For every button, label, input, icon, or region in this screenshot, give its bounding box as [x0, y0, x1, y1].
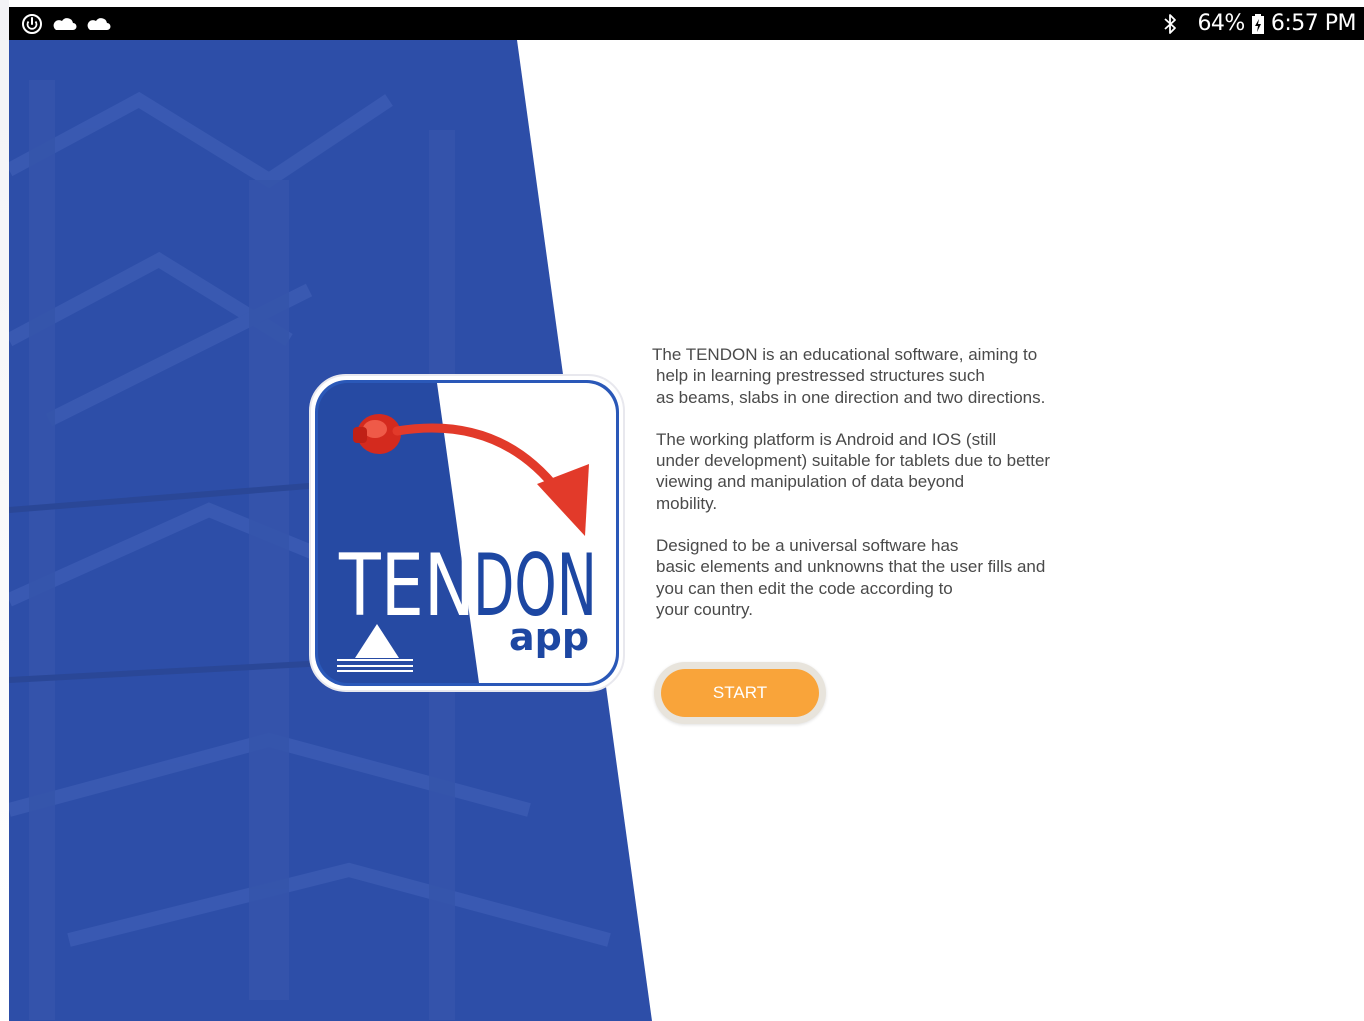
description-line: The working platform is Android and IOS … — [656, 429, 997, 449]
description-line: viewing and manipulation of data beyond — [656, 472, 965, 492]
app-screen: 64% 6:57 PM TEN DON app The TENDON is an… — [0, 0, 1364, 1021]
status-bar: 64% 6:57 PM — [9, 7, 1364, 40]
clock: 6:57 PM — [1270, 11, 1357, 36]
svg-text:app: app — [509, 615, 589, 659]
screen-edge — [0, 0, 9, 1021]
status-system: 64% 6:57 PM — [1163, 7, 1357, 40]
cloud-icon — [87, 15, 111, 33]
description-line: you can then edit the code according to — [656, 578, 953, 598]
status-notifications — [21, 7, 111, 40]
description-line: Designed to be a universal software has — [656, 536, 959, 556]
description-paragraph: Designed to be a universal software has … — [652, 535, 1112, 620]
app-description: The TENDON is an educational software, a… — [652, 344, 1112, 641]
description-line: The TENDON is an educational software, a… — [652, 345, 1038, 364]
tendon-app-logo: TEN DON app TENDON app — [309, 374, 625, 692]
description-line: mobility. — [656, 493, 718, 513]
description-line: under development) suitable for tablets … — [656, 451, 1051, 471]
start-button[interactable]: START — [661, 669, 819, 717]
description-line: as beams, slabs in one direction and two… — [656, 387, 1046, 407]
cloud-icon — [53, 15, 77, 33]
start-button-container: START — [654, 662, 826, 724]
description-line: help in learning prestressed structures … — [656, 366, 985, 386]
battery-charging-icon — [1251, 13, 1265, 35]
description-paragraph: The working platform is Android and IOS … — [652, 429, 1112, 514]
description-line: your country. — [656, 599, 754, 619]
description-line: basic elements and unknowns that the use… — [656, 557, 1046, 577]
description-paragraph: The TENDON is an educational software, a… — [652, 344, 1112, 408]
battery-percent: 64% — [1197, 11, 1245, 36]
bluetooth-icon — [1163, 13, 1177, 35]
svg-text:TEN: TEN — [338, 536, 475, 636]
power-saving-icon — [21, 13, 43, 35]
